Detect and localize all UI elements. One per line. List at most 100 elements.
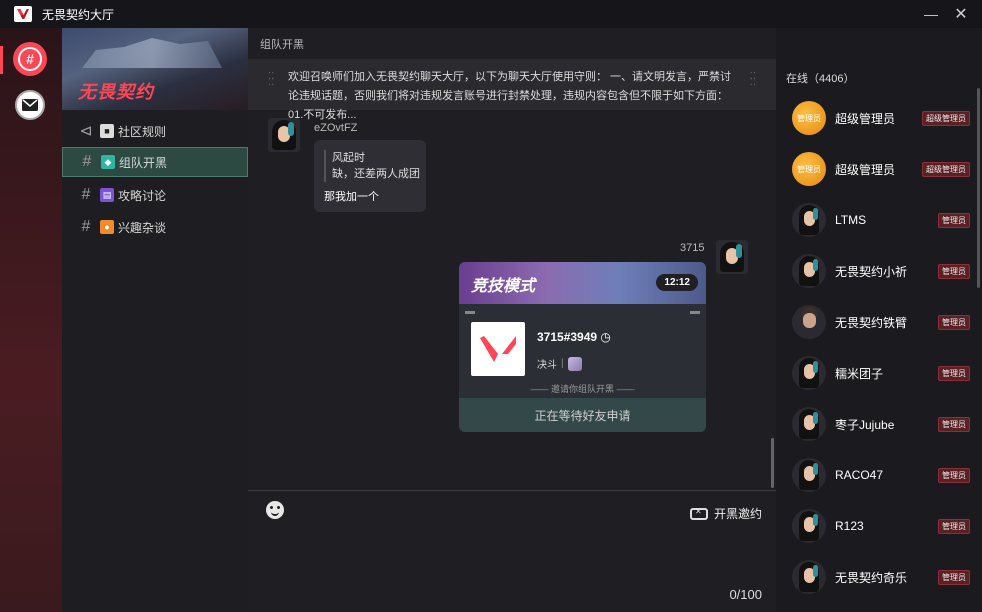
interest-icon: ●	[100, 220, 114, 234]
avatar: 管理员	[792, 101, 826, 135]
member-item[interactable]: RACO47 管理员	[776, 453, 976, 497]
pinned-notice[interactable]: ⁚⁚ ⁚⁚ 欢迎召唤师们加入无畏契约聊天大厅，以下为聊天大厅使用守则： 一、请文明…	[248, 60, 776, 121]
member-item[interactable]: LTMS 管理员	[776, 198, 976, 242]
member-name: RACO47	[835, 468, 884, 482]
avatar[interactable]	[716, 240, 748, 274]
rail-active-indicator	[0, 46, 3, 74]
chat-header: 组队开黑 •••	[248, 28, 971, 60]
shield-icon: ■	[100, 124, 114, 138]
invite-note: —— 邀请你组队开黑 ——	[530, 384, 635, 394]
channel-team[interactable]: # ◆ 组队开黑	[62, 147, 248, 177]
member-name: 糯米团子	[835, 366, 884, 381]
rank-label: 决斗	[537, 360, 557, 371]
member-name: 超级管理员	[835, 162, 896, 177]
app-logo-icon	[14, 6, 32, 22]
avatar[interactable]	[268, 118, 300, 152]
member-item[interactable]: R123 管理员	[776, 504, 976, 548]
quoted-message: 风起时 缺，还差两人成团	[324, 150, 420, 182]
channels-button[interactable]: #	[15, 44, 45, 74]
avatar	[792, 254, 826, 288]
quote-author: 风起时	[332, 152, 365, 164]
emoji-icon[interactable]	[266, 501, 284, 519]
message-author[interactable]: eZOvtFZ	[314, 122, 357, 134]
chat-scrollbar[interactable]	[771, 438, 774, 488]
role-badge: 管理员	[938, 467, 970, 483]
hash-icon: #	[82, 153, 92, 170]
member-item[interactable]: 管理员 超级管理员 超级管理员	[776, 147, 976, 191]
app-rail: #	[0, 28, 62, 612]
member-name: R123	[835, 519, 864, 533]
member-scrollbar[interactable]	[977, 88, 980, 288]
channel-guide[interactable]: # ▤ 攻略讨论	[62, 180, 248, 210]
banner-logo: 无畏契约	[78, 82, 154, 102]
avatar	[792, 356, 826, 390]
drag-grip-icon: ⁚⁚ ⁚⁚	[749, 71, 756, 88]
member-item[interactable]: 无畏契约铁臂 管理员	[776, 300, 976, 344]
member-item[interactable]: 无畏契约小祈 管理员	[776, 249, 976, 293]
channel-chat[interactable]: # ● 兴趣杂谈	[62, 212, 248, 242]
hash-icon: #	[81, 186, 91, 203]
member-item[interactable]: 枣子Jujube 管理员	[776, 402, 976, 446]
close-button[interactable]: ✕	[944, 0, 978, 28]
message-composer[interactable]: 开黑邀约 0/100	[248, 490, 776, 612]
channel-label: 攻略讨论	[118, 188, 167, 203]
team-invite-button[interactable]: 开黑邀约	[689, 505, 762, 522]
team-icon: ◆	[101, 155, 115, 169]
channel-title: 组队开黑	[260, 38, 304, 51]
avatar	[792, 305, 826, 339]
team-invite-label: 开黑邀约	[713, 507, 762, 521]
card-divider: ▬	[465, 306, 475, 317]
member-panel: 在线（4406） 管理员 超级管理员 超级管理员 管理员 超级管理员 超级管理员 LTMS 管…	[776, 28, 982, 612]
role-badge: 管理员	[938, 416, 970, 432]
member-item[interactable]: 无畏契约奇乐 管理员	[776, 555, 976, 599]
role-badge: 管理员	[938, 263, 970, 279]
card-divider: ▬	[690, 306, 700, 317]
member-name: 无畏契约铁臂	[835, 315, 908, 330]
online-count: 在线（4406）	[786, 73, 855, 85]
player-id: 3715#3949 ◷	[537, 330, 611, 344]
member-item[interactable]: 管理员 超级管理员 超级管理员	[776, 96, 976, 140]
minimize-button[interactable]: —	[914, 0, 948, 28]
valorant-logo-icon	[471, 322, 525, 376]
channel-label: 组队开黑	[119, 155, 168, 170]
role-badge: 管理员	[938, 518, 970, 534]
hash-icon: #	[18, 47, 42, 71]
hash-icon: #	[81, 218, 91, 235]
member-name: 枣子Jujube	[835, 417, 895, 432]
member-name: 无畏契约小祈	[835, 264, 908, 279]
role-badge: 超级管理员	[922, 161, 970, 177]
book-icon: ▤	[100, 188, 114, 202]
chat-main: 组队开黑 ••• ⁚⁚⁚⁚ 欢迎召唤师们加入无畏契约聊天大厅，以下为聊天大厅使用…	[248, 28, 971, 612]
gamepad-icon	[689, 507, 708, 520]
role-badge: 管理员	[938, 314, 970, 330]
mail-icon	[22, 99, 38, 111]
game-mode: 竞技模式	[471, 278, 536, 295]
time-badge: 12:12	[656, 274, 698, 291]
role-badge: 管理员	[938, 569, 970, 585]
message-author[interactable]: 3715	[680, 242, 704, 254]
role-badge: 超级管理员	[922, 110, 970, 126]
channel-rules[interactable]: ⊲ ■ 社区规则	[62, 116, 248, 146]
lobby-banner: 无畏契约	[62, 28, 248, 110]
char-counter: 0/100	[729, 587, 762, 602]
mail-button[interactable]	[15, 90, 45, 120]
member-item[interactable]: 糯米团子 管理员	[776, 351, 976, 395]
team-invite-card[interactable]: 竞技模式 12:12 ▬ ▬ 3715#3949 ◷ 决斗 | —— 邀请你组队…	[459, 262, 706, 432]
member-name: LTMS	[835, 213, 867, 227]
avatar: 管理员	[792, 152, 826, 186]
avatar	[792, 458, 826, 492]
avatar	[792, 509, 826, 543]
avatar	[792, 203, 826, 237]
channel-label: 社区规则	[118, 124, 167, 139]
message-text: 那我加一个	[324, 191, 379, 203]
role-badge: 管理员	[938, 365, 970, 381]
player-rank: 决斗 |	[537, 356, 582, 371]
card-banner: 竞技模式 12:12	[459, 262, 706, 304]
avatar	[792, 560, 826, 594]
app-title: 无畏契约大厅	[42, 7, 115, 22]
notice-text: 欢迎召唤师们加入无畏契约聊天大厅，以下为聊天大厅使用守则： 一、请文明发言，严禁…	[288, 71, 732, 121]
waiting-status-button[interactable]: 正在等待好友申请	[459, 398, 706, 432]
quote-text: 缺，还差两人成团	[332, 168, 420, 180]
channel-sidebar: 无畏契约 ⊲ ■ 社区规则 # ◆ 组队开黑 # ▤ 攻略讨论 # ● 兴趣杂谈	[62, 28, 248, 612]
title-bar: 无畏契约大厅 — ✕	[0, 0, 982, 28]
